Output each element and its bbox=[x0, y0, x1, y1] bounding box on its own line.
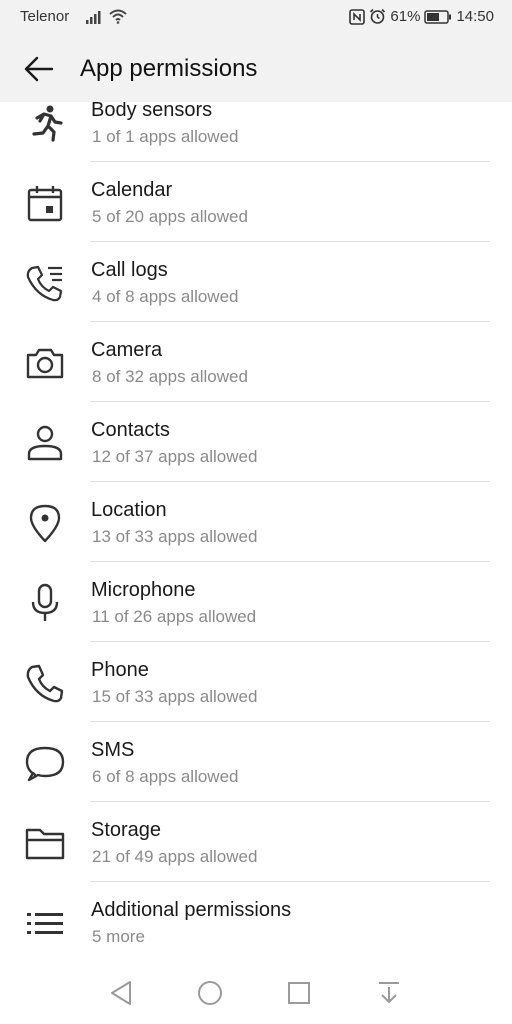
permission-subtitle: 6 of 8 apps allowed bbox=[92, 767, 239, 786]
running-person-icon bbox=[32, 105, 63, 142]
call-log-icon bbox=[26, 265, 63, 302]
permission-subtitle: 8 of 32 apps allowed bbox=[92, 367, 248, 386]
permission-title: Storage bbox=[91, 819, 162, 841]
navigation-bar bbox=[0, 962, 512, 1024]
permission-title: Body sensors bbox=[91, 102, 213, 121]
nav-recents-icon[interactable] bbox=[284, 978, 314, 1008]
permission-subtitle: 5 of 20 apps allowed bbox=[92, 207, 248, 226]
status-indicators: 61% 14:50 bbox=[349, 8, 494, 25]
status-bar: Telenor 61% 14:50 bbox=[0, 0, 512, 36]
battery-icon bbox=[424, 9, 452, 24]
permission-title: Location bbox=[91, 499, 167, 521]
permission-title: Contacts bbox=[91, 419, 170, 441]
permission-subtitle: 12 of 37 apps allowed bbox=[92, 447, 258, 466]
nfc-icon bbox=[349, 8, 366, 25]
permission-item-camera[interactable]: Camera 8 of 32 apps allowed bbox=[0, 322, 512, 402]
app-bar: App permissions bbox=[0, 36, 512, 102]
permission-item-calendar[interactable]: Calendar 5 of 20 apps allowed bbox=[0, 162, 512, 242]
permission-title: Calendar bbox=[91, 179, 173, 201]
permission-item-contacts[interactable]: Contacts 12 of 37 apps allowed bbox=[0, 402, 512, 482]
permission-subtitle: 21 of 49 apps allowed bbox=[92, 847, 258, 866]
permission-item-call-logs[interactable]: Call logs 4 of 8 apps allowed bbox=[0, 242, 512, 322]
permission-subtitle: 11 of 26 apps allowed bbox=[92, 607, 257, 626]
nav-back-icon[interactable] bbox=[106, 978, 136, 1008]
nav-home-icon[interactable] bbox=[195, 978, 225, 1008]
permission-item-sms[interactable]: SMS 6 of 8 apps allowed bbox=[0, 722, 512, 802]
permission-title: Additional permissions bbox=[91, 899, 292, 921]
page-title: App permissions bbox=[80, 55, 258, 82]
permission-item-body-sensors[interactable]: Body sensors 1 of 1 apps allowed bbox=[0, 102, 512, 162]
chat-bubble-icon bbox=[25, 746, 65, 782]
permission-item-storage[interactable]: Storage 21 of 49 apps allowed bbox=[0, 802, 512, 882]
permission-subtitle: 15 of 33 apps allowed bbox=[92, 687, 258, 706]
clock-time: 14:50 bbox=[456, 8, 494, 25]
carrier-name: Telenor bbox=[20, 8, 70, 25]
permission-title: Microphone bbox=[91, 579, 196, 601]
back-arrow-icon bbox=[24, 56, 54, 82]
location-pin-icon bbox=[29, 504, 61, 543]
permission-item-additional[interactable]: Additional permissions 5 more bbox=[0, 882, 512, 962]
list-icon bbox=[27, 913, 63, 934]
permission-title: Phone bbox=[91, 659, 149, 681]
back-button[interactable] bbox=[20, 52, 56, 86]
nav-notifications-icon[interactable] bbox=[374, 978, 404, 1008]
person-icon bbox=[27, 425, 63, 461]
alarm-icon bbox=[370, 8, 386, 24]
microphone-icon bbox=[31, 583, 59, 621]
folder-icon bbox=[25, 828, 65, 860]
wifi-icon bbox=[109, 9, 127, 24]
permission-item-phone[interactable]: Phone 15 of 33 apps allowed bbox=[0, 642, 512, 722]
permission-item-location[interactable]: Location 13 of 33 apps allowed bbox=[0, 482, 512, 562]
permission-item-microphone[interactable]: Microphone 11 of 26 apps allowed bbox=[0, 562, 512, 642]
calendar-icon bbox=[27, 186, 63, 222]
permission-subtitle: 1 of 1 apps allowed bbox=[92, 127, 239, 146]
battery-percent: 61% bbox=[390, 8, 421, 25]
permission-list: Body sensors 1 of 1 apps allowed Calenda… bbox=[0, 102, 512, 962]
permission-subtitle: 5 more bbox=[92, 927, 145, 946]
camera-icon bbox=[26, 348, 64, 379]
signal-icon bbox=[86, 11, 101, 24]
permission-subtitle: 4 of 8 apps allowed bbox=[92, 287, 239, 306]
permission-subtitle: 13 of 33 apps allowed bbox=[92, 527, 258, 546]
phone-icon bbox=[26, 664, 64, 703]
permission-title: Call logs bbox=[91, 259, 168, 281]
permission-title: SMS bbox=[91, 739, 135, 761]
permission-title: Camera bbox=[91, 339, 163, 361]
